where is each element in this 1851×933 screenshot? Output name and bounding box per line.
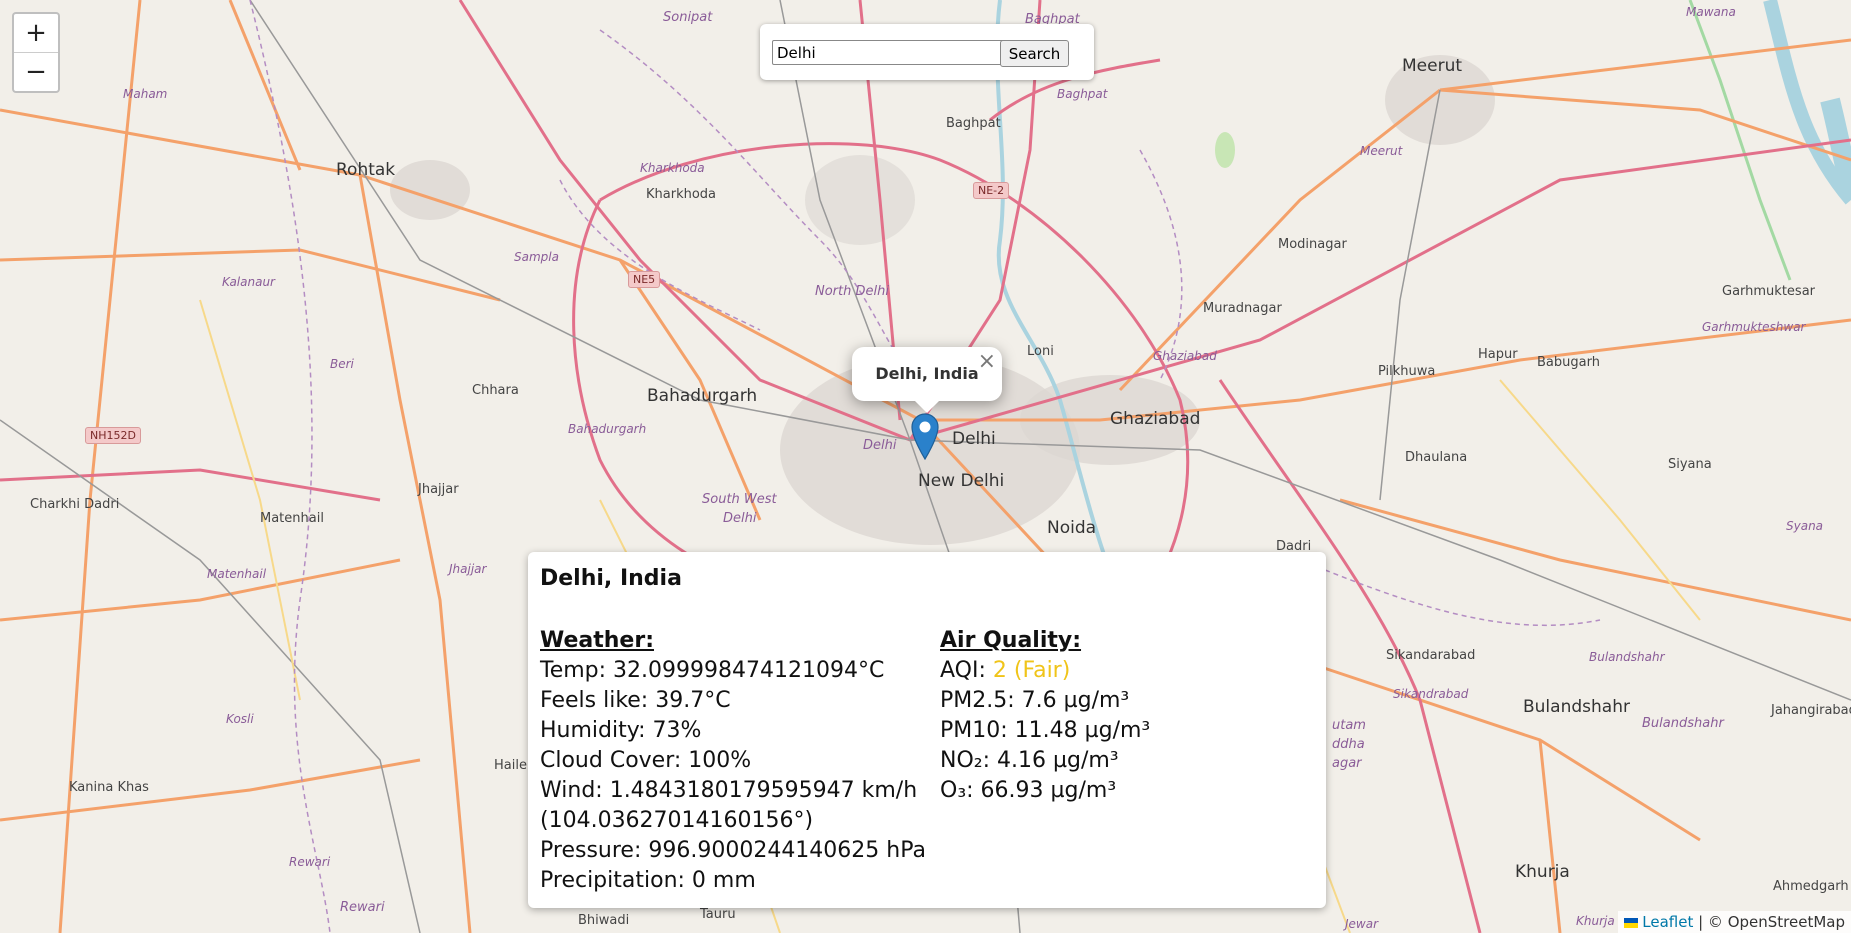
zoom-control: + − <box>12 12 60 93</box>
place-label: Delhi <box>723 511 757 526</box>
attribution: Leaflet | © OpenStreetMap <box>1618 911 1851 933</box>
place-label: Babugarh <box>1537 355 1600 370</box>
pressure-value: Pressure: 996.9000244140625 hPa <box>540 838 926 863</box>
air-quality-header: Air Quality: <box>940 628 1082 653</box>
o3-value: O₃: 66.93 µg/m³ <box>940 778 1117 803</box>
place-label: Jhajjar <box>418 482 459 497</box>
marker-popup: Delhi, India × <box>852 347 1002 401</box>
place-label: Kharkhoda <box>646 187 717 202</box>
place-label: Bahadurgarh <box>647 386 758 406</box>
weather-header: Weather: <box>540 628 654 653</box>
place-label: Jhajjar <box>449 562 487 576</box>
place-label: Garhmuktesar <box>1722 284 1816 299</box>
pm25-value: PM2.5: 7.6 µg/m³ <box>940 688 1130 713</box>
place-label: Loni <box>1027 344 1054 359</box>
place-label: Bulandshahr <box>1589 650 1665 664</box>
info-title: Delhi, India <box>540 566 682 591</box>
weather-info-panel: Delhi, India Weather: Temp: 32.099998474… <box>528 552 1326 908</box>
place-label: Muradnagar <box>1203 301 1282 316</box>
wind-value: Wind: 1.4843180179595947 km/h (104.03627… <box>540 778 918 833</box>
search-button[interactable]: Search <box>1000 40 1069 67</box>
ukraine-flag-icon <box>1624 917 1639 928</box>
place-label: Garhmukteshwar <box>1702 320 1806 334</box>
place-label: Ahmedgarh <box>1773 879 1849 894</box>
place-label: Sampla <box>514 250 559 264</box>
osm-attribution: | © OpenStreetMap <box>1693 913 1845 931</box>
place-label: New Delhi <box>918 471 1005 491</box>
highway-shield: NE-2 <box>973 182 1010 199</box>
weather-section: Weather: Temp: 32.099998474121094°C Feel… <box>540 626 930 896</box>
place-label: Ghaziabad <box>1110 409 1201 429</box>
place-label: Charkhi Dadri <box>30 497 120 512</box>
place-label: Haile <box>494 758 527 773</box>
place-label: Bahadurgarh <box>568 422 647 436</box>
place-label: Meerut <box>1402 56 1463 76</box>
place-label: South West <box>702 492 777 507</box>
place-label: Chhara <box>472 383 519 398</box>
place-label: Rewari <box>340 900 385 915</box>
aqi-row: AQI: 2 (Fair) <box>940 656 1310 686</box>
place-label: Bulandshahr <box>1523 697 1630 717</box>
place-label: ddha <box>1332 737 1365 752</box>
place-label: Mawana <box>1686 5 1736 19</box>
highway-shield: NH152D <box>85 427 141 444</box>
place-label: Rewari <box>289 855 331 869</box>
aqi-label: AQI: <box>940 658 993 683</box>
place-label: Sikandarabad <box>1386 648 1476 663</box>
map-marker-icon[interactable] <box>910 412 940 460</box>
place-label: Dhaulana <box>1405 450 1468 465</box>
place-label: Maham <box>123 87 168 101</box>
place-label: Bulandshahr <box>1642 716 1724 731</box>
place-label: utam <box>1332 718 1366 733</box>
search-panel: Search <box>760 24 1094 80</box>
place-label: Beri <box>330 357 354 371</box>
place-label: Noida <box>1047 518 1097 538</box>
place-label: Tauru <box>700 907 736 922</box>
place-label: Matenhail <box>260 511 324 526</box>
place-label: Baghpat <box>1057 87 1108 101</box>
place-label: Khurja <box>1576 914 1615 928</box>
place-label: Kalanaur <box>222 275 275 289</box>
place-label: Baghpat <box>946 116 1001 131</box>
pm10-value: PM10: 11.48 µg/m³ <box>940 718 1151 743</box>
place-label: Pilkhuwa <box>1378 364 1436 379</box>
feels-like-value: Feels like: 39.7°C <box>540 688 731 713</box>
close-icon[interactable]: × <box>978 349 996 374</box>
highway-shield: NE5 <box>628 271 661 288</box>
no2-value: NO₂: 4.16 µg/m³ <box>940 748 1119 773</box>
search-input[interactable] <box>772 40 1006 65</box>
place-label: Jewar <box>1345 917 1379 931</box>
cloud-cover-value: Cloud Cover: 100% <box>540 748 752 773</box>
place-label: North Delhi <box>815 284 889 299</box>
place-label: Meerut <box>1360 144 1403 158</box>
place-label: Delhi <box>952 429 996 449</box>
place-label: Sonipat <box>663 10 713 25</box>
humidity-value: Humidity: 73% <box>540 718 702 743</box>
place-label: Ghaziabad <box>1153 349 1217 363</box>
place-label: Modinagar <box>1278 237 1347 252</box>
place-label: Kosli <box>226 712 254 726</box>
place-label: Syana <box>1786 519 1824 533</box>
place-label: Rohtak <box>336 160 396 180</box>
place-label: Siyana <box>1668 457 1712 472</box>
leaflet-link[interactable]: Leaflet <box>1642 913 1693 931</box>
place-label: Khurja <box>1515 862 1570 882</box>
precipitation-value: Precipitation: 0 mm <box>540 868 756 893</box>
place-label: Sikandrabad <box>1393 687 1469 701</box>
zoom-in-button[interactable]: + <box>14 14 58 52</box>
temp-value: Temp: 32.099998474121094°C <box>540 658 885 683</box>
place-label: Delhi <box>863 438 897 453</box>
place-label: Kharkhoda <box>640 161 705 175</box>
place-label: Jahangirabad <box>1771 703 1851 718</box>
place-label: agar <box>1332 756 1362 771</box>
zoom-out-button[interactable]: − <box>14 52 58 91</box>
place-label: Bhiwadi <box>578 913 630 928</box>
place-label: Hapur <box>1478 347 1518 362</box>
air-quality-section: Air Quality: AQI: 2 (Fair) PM2.5: 7.6 µg… <box>940 626 1310 806</box>
aqi-value: 2 (Fair) <box>992 658 1071 683</box>
place-label: Kanina Khas <box>69 780 149 795</box>
place-label: Matenhail <box>207 567 267 581</box>
